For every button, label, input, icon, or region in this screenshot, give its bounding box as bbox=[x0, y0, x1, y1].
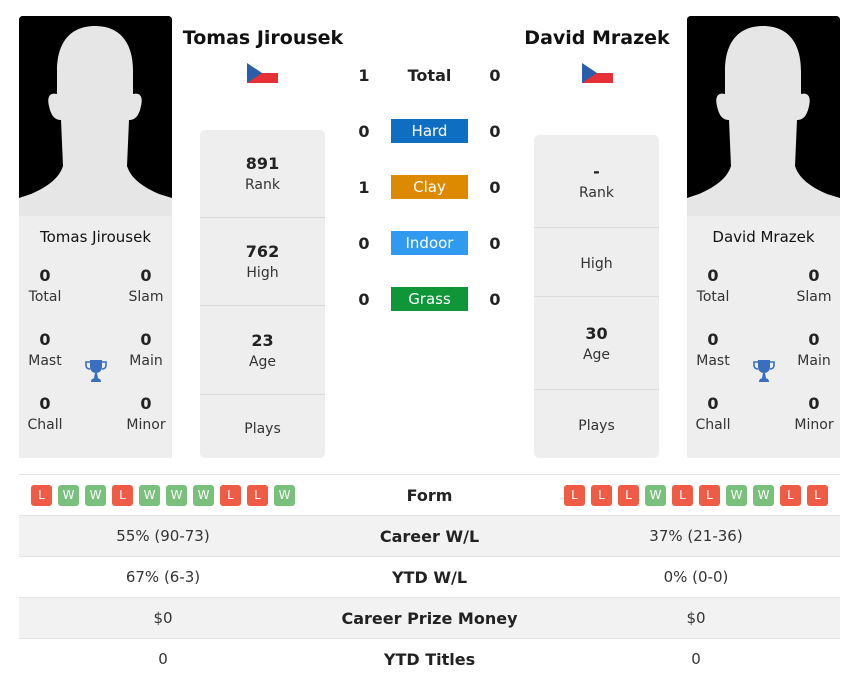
player1-career-prize: $0 bbox=[153, 609, 173, 627]
form-result-badge[interactable]: W bbox=[139, 484, 160, 506]
player2-name[interactable]: David Mrazek bbox=[506, 27, 688, 49]
h2h-grass-row: 0 Grass 0 bbox=[354, 287, 505, 311]
h2h-hard-row: 0 Hard 0 bbox=[354, 119, 505, 143]
player1-photo bbox=[19, 16, 172, 216]
player1-ytd-wl: 67% (6-3) bbox=[125, 568, 201, 586]
h2h-clay-row: 1 Clay 0 bbox=[354, 175, 505, 199]
h2h-clay-p1: 1 bbox=[358, 177, 370, 197]
surface-clay-badge: Clay bbox=[391, 175, 468, 199]
form-result-badge[interactable]: L bbox=[31, 484, 52, 506]
player1-titles-total: 0 Total bbox=[28, 266, 62, 305]
player1-plays: Plays bbox=[244, 420, 281, 437]
player2-titles-slam: 0 Slam bbox=[796, 266, 832, 305]
form-result-badge[interactable]: L bbox=[699, 484, 720, 506]
player1-high: 762 High bbox=[200, 218, 325, 306]
player2-career-prize: $0 bbox=[686, 609, 706, 627]
form-result-badge[interactable]: L bbox=[807, 484, 828, 506]
form-result-badge[interactable]: W bbox=[645, 484, 666, 506]
player2-high: High bbox=[534, 228, 659, 297]
form-result-badge[interactable]: L bbox=[112, 484, 133, 506]
form-label: Form bbox=[406, 485, 453, 505]
player1-ytd-titles: 0 bbox=[158, 650, 168, 668]
career-wl-row: 55% (90-73) Career W/L 37% (21-36) bbox=[19, 515, 840, 556]
h2h-clay-p2: 0 bbox=[489, 177, 501, 197]
player2-card-name: David Mrazek bbox=[712, 228, 815, 246]
form-result-badge[interactable]: L bbox=[247, 484, 268, 506]
career-prize-label: Career Prize Money bbox=[341, 608, 518, 628]
player2-form: LLLWLLWWLL bbox=[552, 484, 840, 506]
form-result-badge[interactable]: L bbox=[780, 484, 801, 506]
silhouette-icon bbox=[687, 16, 840, 216]
h2h-total-p1: 1 bbox=[358, 66, 370, 85]
form-row: LWWLWWWLLW Form LLLWLLWWLL bbox=[19, 474, 840, 515]
form-result-badge[interactable]: W bbox=[166, 484, 187, 506]
player1-career-wl: 55% (90-73) bbox=[116, 527, 210, 545]
form-result-badge[interactable]: W bbox=[274, 484, 295, 506]
comparison-table: LWWLWWWLLW Form LLLWLLWWLL 55% (90-73) C… bbox=[19, 474, 840, 681]
form-result-badge[interactable]: L bbox=[672, 484, 693, 506]
h2h-total-p2: 0 bbox=[489, 66, 501, 85]
h2h-grass-p1: 0 bbox=[358, 289, 370, 309]
player2-stats-card: - Rank High 30 Age Plays bbox=[534, 135, 659, 458]
player2-titles-total: 0 Total bbox=[696, 266, 730, 305]
player1-titles-main: 0 Main bbox=[129, 330, 163, 369]
form-result-badge[interactable]: W bbox=[85, 484, 106, 506]
career-prize-row: $0 Career Prize Money $0 bbox=[19, 597, 840, 638]
player1-titles-card: Tomas Jirousek 0 Total 0 Slam 0 Mast 0 M… bbox=[19, 216, 172, 458]
h2h-grass-p2: 0 bbox=[489, 289, 501, 309]
trophy-icon bbox=[85, 360, 107, 382]
player2-rank: - Rank bbox=[534, 135, 659, 228]
player2-ytd-wl: 0% (0-0) bbox=[663, 568, 729, 586]
player1-titles-minor: 0 Minor bbox=[126, 394, 166, 433]
player2-titles-chall: 0 Chall bbox=[695, 394, 731, 433]
surface-grass-badge: Grass bbox=[391, 287, 468, 311]
surface-hard-badge: Hard bbox=[391, 119, 468, 143]
trophy-icon bbox=[753, 360, 775, 382]
h2h-indoor-p1: 0 bbox=[358, 233, 370, 253]
h2h-indoor-p2: 0 bbox=[489, 233, 501, 253]
player2-age: 30 Age bbox=[534, 297, 659, 390]
player1-stats-card: 891 Rank 762 High 23 Age Plays bbox=[200, 130, 325, 458]
form-result-badge[interactable]: L bbox=[618, 484, 639, 506]
player1-titles-slam: 0 Slam bbox=[128, 266, 164, 305]
player1-titles-chall: 0 Chall bbox=[27, 394, 63, 433]
player1-age: 23 Age bbox=[200, 306, 325, 395]
h2h-total-row: 1 Total 0 bbox=[354, 66, 505, 85]
player2-titles-mast: 0 Mast bbox=[696, 330, 730, 369]
form-result-badge[interactable]: W bbox=[58, 484, 79, 506]
h2h-total-label: Total bbox=[407, 66, 452, 85]
ytd-wl-row: 67% (6-3) YTD W/L 0% (0-0) bbox=[19, 556, 840, 597]
ytd-titles-label: YTD Titles bbox=[383, 649, 476, 669]
player2-career-wl: 37% (21-36) bbox=[649, 527, 743, 545]
player1-name[interactable]: Tomas Jirousek bbox=[172, 27, 354, 49]
player2-ytd-titles: 0 bbox=[691, 650, 701, 668]
form-result-badge[interactable]: L bbox=[220, 484, 241, 506]
form-result-badge[interactable]: W bbox=[753, 484, 774, 506]
player1-rank: 891 Rank bbox=[200, 130, 325, 218]
player2-photo bbox=[687, 16, 840, 216]
h2h-hard-p2: 0 bbox=[489, 121, 501, 141]
player1-form: LWWLWWWLLW bbox=[19, 484, 307, 506]
h2h-hard-p1: 0 bbox=[358, 121, 370, 141]
player1-card-name: Tomas Jirousek bbox=[39, 228, 152, 246]
h2h-indoor-row: 0 Indoor 0 bbox=[354, 231, 505, 255]
player2-titles-minor: 0 Minor bbox=[794, 394, 834, 433]
player2-titles-main: 0 Main bbox=[797, 330, 831, 369]
player1-titles-mast: 0 Mast bbox=[28, 330, 62, 369]
form-result-badge[interactable]: W bbox=[193, 484, 214, 506]
form-result-badge[interactable]: L bbox=[591, 484, 612, 506]
form-result-badge[interactable]: W bbox=[726, 484, 747, 506]
surface-indoor-badge: Indoor bbox=[391, 231, 468, 255]
ytd-titles-row: 0 YTD Titles 0 bbox=[19, 638, 840, 679]
player2-plays: Plays bbox=[578, 418, 615, 434]
ytd-wl-label: YTD W/L bbox=[391, 567, 468, 587]
form-result-badge[interactable]: L bbox=[564, 484, 585, 506]
player1-czech-flag-icon bbox=[247, 63, 278, 83]
player2-czech-flag-icon bbox=[582, 63, 613, 83]
silhouette-icon bbox=[19, 16, 172, 216]
career-wl-label: Career W/L bbox=[379, 526, 480, 546]
player2-titles-card: David Mrazek 0 Total 0 Slam 0 Mast 0 Mai… bbox=[687, 216, 840, 458]
